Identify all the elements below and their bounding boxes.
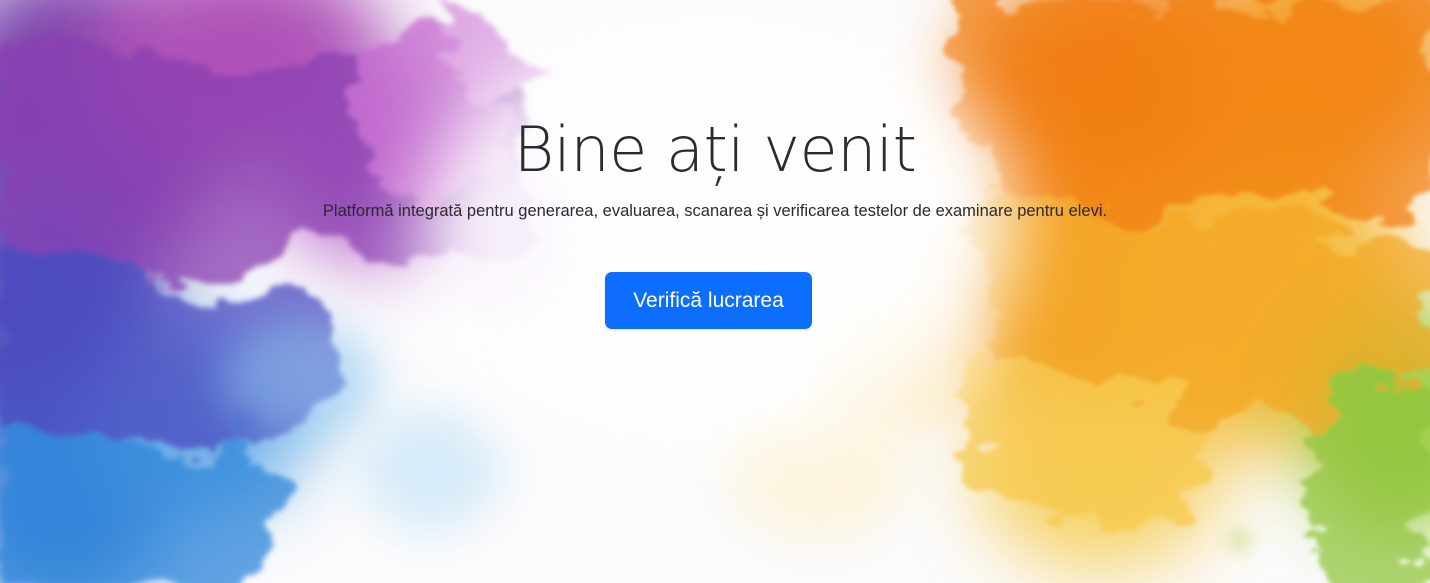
hero-content: Bine ați venit Platformă integrată pentr… <box>0 0 1430 583</box>
hero-subtitle: Platformă integrată pentru generarea, ev… <box>322 202 1108 220</box>
hero-section: Bine ați venit Platformă integrată pentr… <box>0 0 1430 583</box>
check-paper-button[interactable]: Verifică lucrarea <box>605 272 812 329</box>
page-title: Bine ați venit <box>513 113 917 186</box>
